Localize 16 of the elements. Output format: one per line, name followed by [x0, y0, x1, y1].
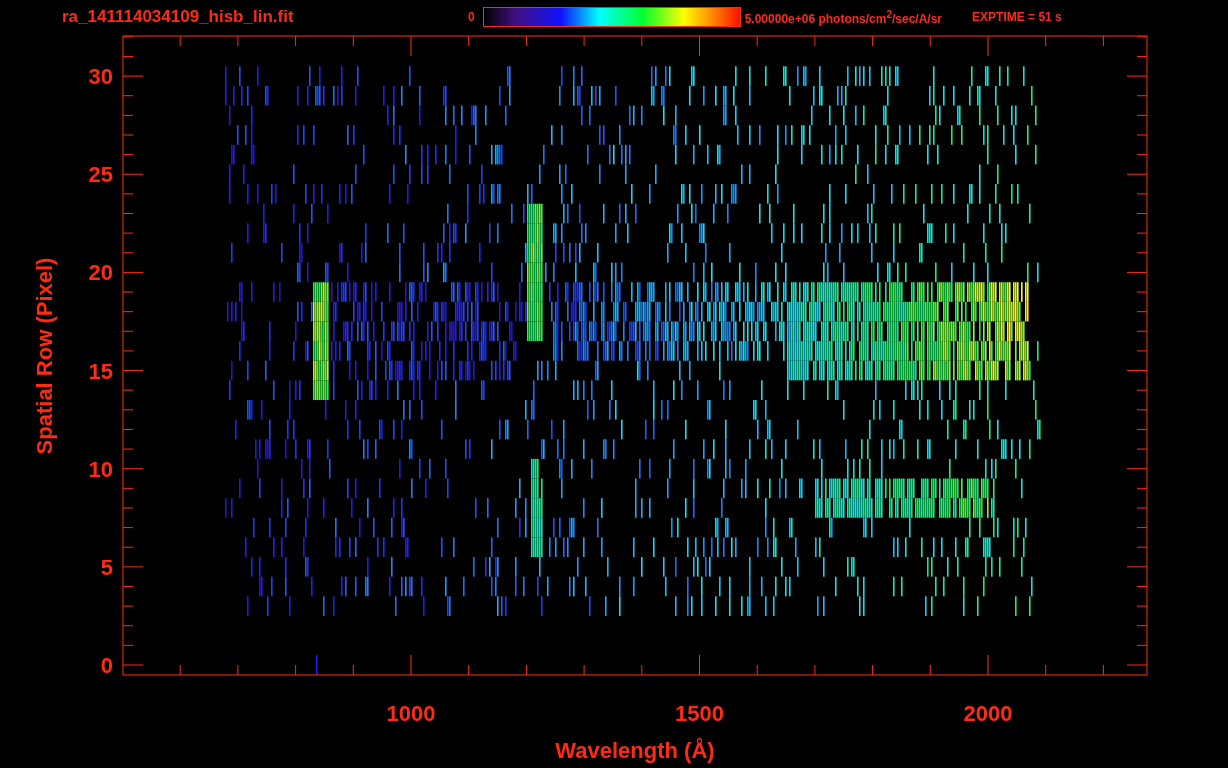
- x-tick-label: 1500: [675, 701, 724, 726]
- y-tick-label: 5: [100, 554, 113, 580]
- colorbar-min-label: 0: [468, 10, 475, 24]
- y-tick-label: 30: [88, 64, 113, 90]
- file-title: ra_141114034109_hisb_lin.fit: [62, 7, 295, 27]
- x-tick-label: 2000: [963, 701, 1013, 726]
- y-tick-label: 20: [88, 260, 113, 286]
- y-tick-label: 0: [100, 653, 113, 678]
- y-axis-label: Spatial Row (Pixel): [32, 257, 57, 455]
- x-tick-label: 1000: [386, 701, 436, 726]
- y-tick-label: 25: [88, 162, 113, 188]
- colorbar-max-label: 5.00000e+06 photons/cm$^{2}$/sec/A/sr: [744, 8, 943, 26]
- y-tick-label: 10: [88, 456, 113, 482]
- y-tick-label: 15: [88, 358, 113, 384]
- exposure-time: EXPTIME = 51 s: [972, 10, 1062, 24]
- x-axis-label: Wavelength (Å): [555, 738, 715, 763]
